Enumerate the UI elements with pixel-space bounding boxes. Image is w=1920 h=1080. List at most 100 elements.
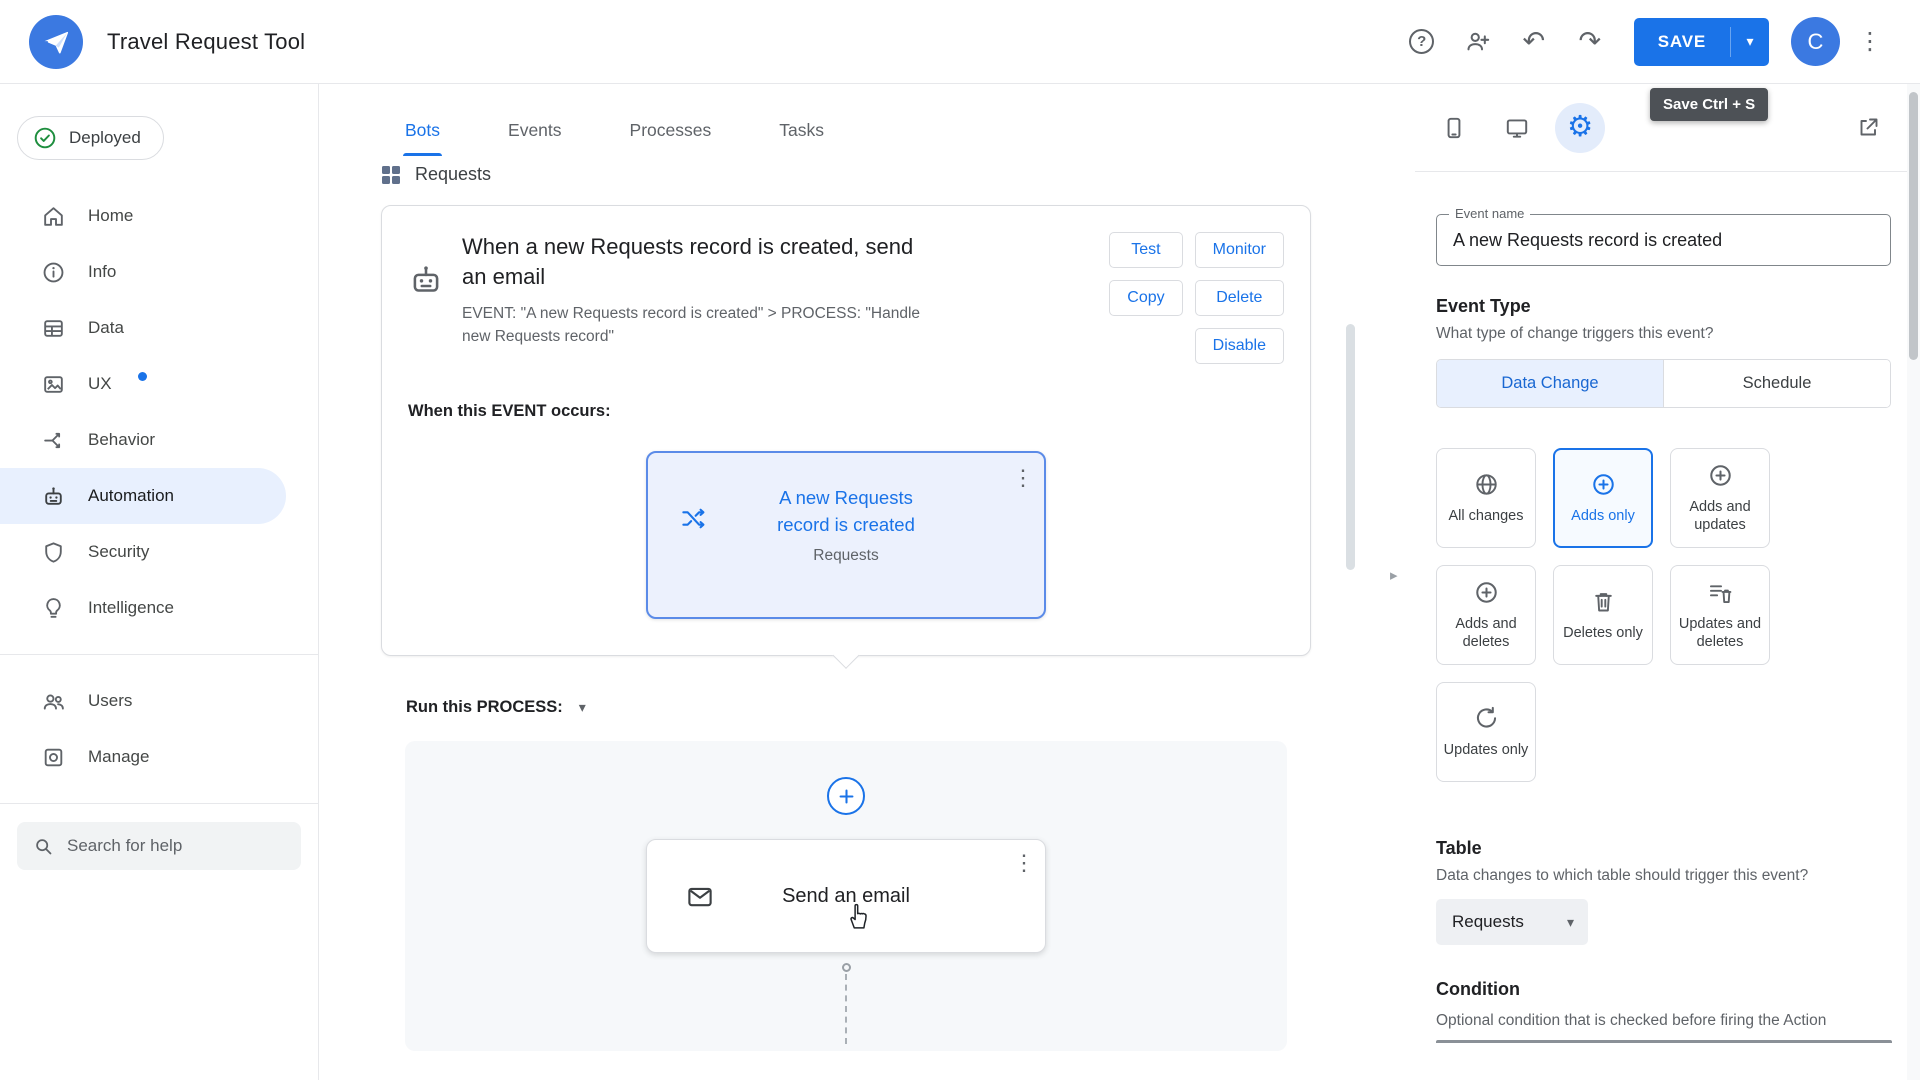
breadcrumb-label[interactable]: Requests	[415, 164, 491, 185]
sidebar-item-automation[interactable]: Automation	[0, 468, 286, 524]
more-options-button[interactable]: ⋮	[1846, 18, 1894, 66]
option-label: Updates and deletes	[1678, 615, 1762, 650]
event-node[interactable]: ⋮ A new Requests record is created Reque…	[646, 451, 1046, 619]
save-button[interactable]: SAVE ▾	[1633, 17, 1769, 66]
sidebar-item-label: Automation	[88, 486, 174, 505]
panel-collapse-handle[interactable]: ▸	[1390, 566, 1398, 584]
table-heading: Table	[1436, 838, 1482, 858]
bot-title: When a new Requests record is created, s…	[462, 234, 914, 289]
bot-title-block: When a new Requests record is created, s…	[462, 232, 1091, 364]
page-scrollbar-thumb[interactable]	[1909, 92, 1918, 360]
undo-button[interactable]: ↶	[1510, 18, 1558, 66]
avatar-initial: C	[1807, 28, 1824, 54]
tab-bots[interactable]: Bots	[403, 112, 443, 156]
option-deletes-only[interactable]: Deletes only	[1553, 565, 1653, 665]
help-button[interactable]: ?	[1398, 18, 1446, 66]
sidebar-item-data[interactable]: Data	[0, 300, 318, 356]
table-select[interactable]: Requests ▾	[1436, 899, 1588, 945]
event-type-segmented-control: Data Change Schedule	[1436, 359, 1891, 408]
process-canvas: Send an email ⋮	[405, 741, 1287, 1051]
redo-button[interactable]: ↷	[1566, 18, 1614, 66]
event-section-label: When this EVENT occurs:	[408, 402, 611, 420]
copy-button[interactable]: Copy	[1109, 280, 1183, 316]
sidebar-item-security[interactable]: Security	[0, 524, 318, 580]
grid-icon	[381, 165, 401, 185]
main-scrollbar-thumb[interactable]	[1346, 324, 1355, 570]
more-vert-icon: ⋮	[1858, 28, 1882, 55]
sidebar-item-home[interactable]: Home	[0, 188, 318, 244]
sidebar-item-ux[interactable]: UX	[0, 356, 318, 412]
option-adds-only[interactable]: Adds only	[1553, 448, 1653, 548]
connector-dashed-line	[845, 974, 847, 1044]
option-label: All changes	[1448, 507, 1524, 524]
option-adds-and-updates[interactable]: Adds and updates	[1670, 448, 1770, 548]
tab-events[interactable]: Events	[506, 112, 564, 156]
more-vert-icon: ⋮	[1013, 850, 1035, 875]
bot-card-header: When a new Requests record is created, s…	[408, 232, 1284, 364]
chevron-right-icon: ▸	[1390, 567, 1398, 584]
test-button[interactable]: Test	[1109, 232, 1183, 268]
sidebar-item-behavior[interactable]: Behavior	[0, 412, 318, 468]
sidebar-item-users[interactable]: Users	[0, 673, 318, 729]
users-icon	[41, 689, 66, 714]
open-in-new-button[interactable]	[1843, 103, 1893, 153]
segment-schedule[interactable]: Schedule	[1663, 360, 1890, 407]
process-section-header[interactable]: Run this PROCESS: ▾	[406, 698, 1414, 717]
deployed-status-badge[interactable]: Deployed	[17, 116, 164, 160]
bot-card: When a new Requests record is created, s…	[381, 205, 1311, 669]
settings-icon: ⚙	[1567, 111, 1593, 143]
event-node-menu-button[interactable]: ⋮	[1012, 465, 1034, 491]
save-dropdown-button[interactable]: ▾	[1731, 18, 1769, 66]
tab-tasks[interactable]: Tasks	[777, 112, 826, 156]
save-button-label: SAVE	[1657, 31, 1706, 51]
search-input[interactable]	[67, 836, 288, 856]
sidebar-item-info[interactable]: Info	[0, 244, 318, 300]
mail-icon	[685, 882, 715, 912]
step-card-send-email[interactable]: Send an email ⋮	[646, 839, 1046, 953]
breadcrumb: Requests	[381, 164, 1414, 185]
event-node-table: Requests	[813, 546, 879, 564]
plus-circle-icon	[1473, 579, 1500, 606]
save-tooltip: Save Ctrl + S	[1650, 88, 1769, 121]
robot-icon	[408, 262, 444, 364]
delete-button[interactable]: Delete	[1194, 280, 1284, 316]
bot-subtitle: EVENT: "A new Requests record is created…	[462, 305, 921, 345]
event-name-field: Event name	[1436, 206, 1891, 266]
option-updates-and-deletes[interactable]: Updates and deletes	[1670, 565, 1770, 665]
option-updates-only[interactable]: Updates only	[1436, 682, 1536, 782]
monitor-button[interactable]: Monitor	[1194, 232, 1284, 268]
sidebar-item-label: Users	[88, 691, 133, 710]
segment-data-change[interactable]: Data Change	[1437, 360, 1663, 407]
sidebar-item-intelligence[interactable]: Intelligence	[0, 580, 318, 636]
collapse-notch[interactable]	[832, 642, 860, 669]
option-all-changes[interactable]: All changes	[1436, 448, 1536, 548]
settings-tab-button[interactable]: ⚙	[1555, 102, 1605, 153]
deployed-label: Deployed	[69, 128, 141, 147]
phone-preview-icon	[1441, 115, 1467, 141]
condition-input-edge[interactable]	[1436, 1040, 1892, 1044]
option-label: Adds and updates	[1689, 498, 1751, 533]
option-adds-and-deletes[interactable]: Adds and deletes	[1436, 565, 1536, 665]
event-name-input[interactable]	[1453, 229, 1874, 251]
sidebar-item-label: Info	[88, 262, 117, 281]
account-avatar[interactable]: C	[1791, 17, 1840, 66]
sidebar-item-manage[interactable]: Manage	[0, 729, 318, 785]
disable-button[interactable]: Disable	[1194, 328, 1284, 364]
help-search-box	[17, 822, 301, 870]
step-menu-button[interactable]: ⋮	[1013, 850, 1035, 876]
page-scrollbar[interactable]	[1907, 84, 1920, 1080]
add-step-button[interactable]	[827, 777, 865, 815]
automation-icon	[41, 484, 66, 509]
phone-preview-button[interactable]	[1429, 103, 1479, 153]
ux-icon	[41, 372, 66, 397]
tab-processes[interactable]: Processes	[628, 112, 714, 156]
open-in-new-icon	[1856, 116, 1880, 140]
automation-tabs: Bots Events Processes Tasks	[403, 112, 1414, 156]
share-add-person-button[interactable]	[1454, 18, 1502, 66]
settings-panel: ⚙ Event name Event Type What type of cha…	[1415, 84, 1907, 1080]
sidebar-item-label: UX	[88, 374, 112, 393]
sidebar-item-label: Manage	[88, 747, 150, 766]
desktop-preview-button[interactable]	[1492, 103, 1542, 153]
left-sidebar: Deployed Home Info Data UX Behavior Auto…	[0, 84, 319, 1080]
table-select-value: Requests	[1452, 912, 1524, 931]
